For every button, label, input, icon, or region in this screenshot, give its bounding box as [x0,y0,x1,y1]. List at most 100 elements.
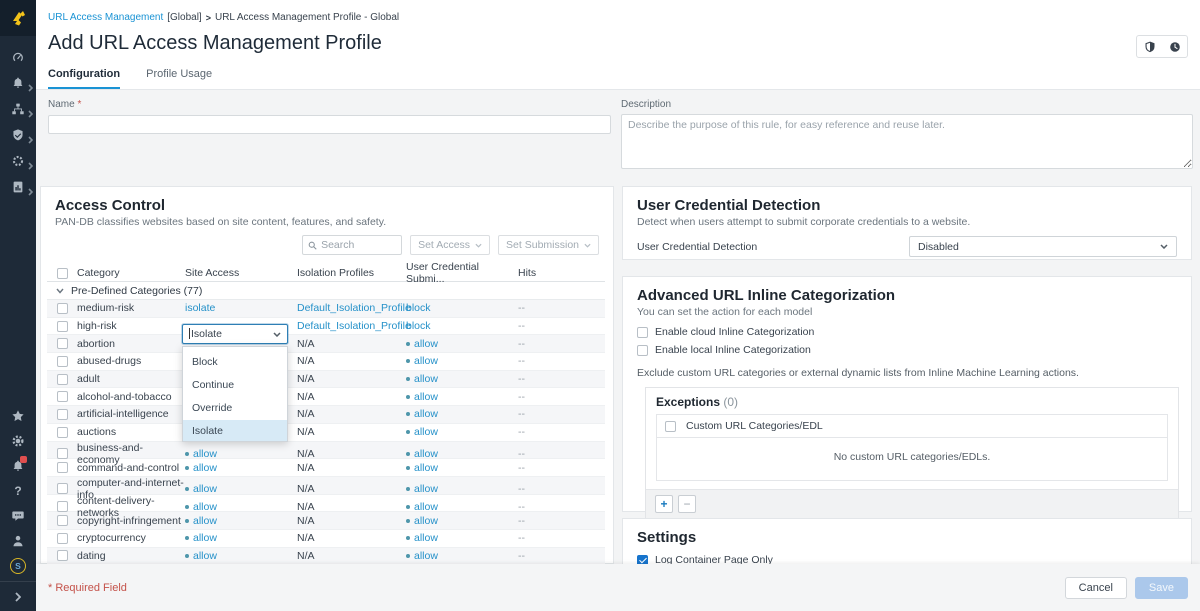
sidebar-item-network[interactable] [0,101,36,116]
user-credential-value[interactable]: allow [406,355,438,367]
sidebar-item-feedback[interactable] [0,508,36,523]
sidebar-item-services[interactable] [0,153,36,168]
row-checkbox[interactable] [57,409,68,420]
row-checkbox[interactable] [57,462,68,473]
user-credential-value[interactable]: allow [406,426,438,438]
exceptions-select-all-checkbox[interactable] [665,421,676,432]
row-checkbox[interactable] [57,338,68,349]
site-access-value[interactable]: allow [185,550,217,562]
sidebar: ? S [0,0,36,611]
compare-button[interactable] [1137,36,1162,57]
row-checkbox[interactable] [57,321,68,332]
tabs: Configuration Profile Usage [48,68,212,89]
expand-chevron-icon [15,592,21,602]
site-access-value[interactable]: isolate [185,302,215,314]
sidebar-expand-button[interactable] [0,581,36,611]
row-checkbox[interactable] [57,550,68,561]
sidebar-item-account[interactable] [0,533,36,548]
set-access-button[interactable]: Set Access [410,235,490,255]
isolation-profile-value[interactable]: Default_Isolation_Profile [297,320,411,332]
category-row: high-riskIsolateAllowBlockContinueOverri… [47,318,605,336]
isolation-profile-value[interactable]: Default_Isolation_Profile [297,302,411,314]
site-access-value[interactable]: allow [185,515,217,527]
site-access-value[interactable]: allow [185,448,217,460]
category-name: adult [77,373,185,385]
dropdown-option[interactable]: Isolate [183,420,287,442]
sidebar-item-settings[interactable] [0,433,36,448]
sidebar-item-reports[interactable] [0,179,36,194]
dropdown-option[interactable]: Continue [183,374,287,397]
description-input[interactable] [621,114,1193,169]
set-submission-button[interactable]: Set Submission [498,235,599,255]
user-credential-cell: block [406,302,518,314]
app-logo[interactable] [0,0,36,36]
site-access-value[interactable]: allow [185,483,217,495]
row-checkbox[interactable] [57,515,68,526]
category-row: command-and-controlallowN/Aallow-- [47,459,605,477]
sidebar-item-dashboard[interactable] [0,49,36,64]
category-row: datingallowN/Aallow-- [47,548,605,566]
user-credential-value[interactable]: allow [406,373,438,385]
remove-exception-button[interactable]: − [678,495,696,513]
sidebar-item-notifications[interactable] [0,458,36,473]
row-checkbox[interactable] [57,427,68,438]
user-credential-value[interactable]: allow [406,483,438,495]
breadcrumb-link[interactable]: URL Access Management [48,12,163,23]
row-checkbox[interactable] [57,501,68,512]
user-credential-value[interactable]: allow [406,501,438,513]
category-row: adultN/Aallow-- [47,371,605,389]
breadcrumb-chevron-icon: > [206,13,211,23]
search-input[interactable] [321,239,391,251]
row-checkbox[interactable] [57,303,68,314]
user-credential-value[interactable]: allow [406,391,438,403]
tab-profile-usage[interactable]: Profile Usage [146,68,212,89]
dropdown-option[interactable]: Override [183,397,287,420]
category-group-row[interactable]: Pre-Defined Categories (77) [47,282,605,300]
user-credential-value[interactable]: allow [406,515,438,527]
row-checkbox[interactable] [57,533,68,544]
site-access-value[interactable]: allow [185,501,217,513]
add-exception-button[interactable]: + [655,495,673,513]
select-all-checkbox[interactable] [57,268,68,279]
save-button[interactable]: Save [1135,577,1188,599]
sidebar-item-help[interactable]: ? [0,483,36,498]
footer-buttons: Cancel Save [1065,577,1188,599]
row-checkbox[interactable] [57,448,68,459]
category-row: artificial-intelligenceN/Aallow-- [47,406,605,424]
user-credential-value[interactable]: allow [406,408,438,420]
status-dot [406,412,410,416]
sidebar-item-favorites[interactable] [0,408,36,423]
row-checkbox[interactable] [57,391,68,402]
site-access-combobox[interactable]: Isolate [182,324,288,344]
site-access-value[interactable]: allow [185,532,217,544]
dropdown-option[interactable]: Block [183,351,287,374]
sidebar-item-avatar[interactable]: S [0,558,36,573]
row-checkbox[interactable] [57,356,68,367]
column-header-category: Category [77,267,185,279]
row-checkbox[interactable] [57,374,68,385]
user-credential-value[interactable]: allow [406,550,438,562]
row-checkbox[interactable] [57,483,68,494]
user-credential-value[interactable]: allow [406,532,438,544]
user-credential-value[interactable]: allow [406,462,438,474]
sidebar-item-security[interactable] [0,127,36,142]
site-access-value[interactable]: allow [185,462,217,474]
tab-configuration[interactable]: Configuration [48,68,120,89]
sidebar-item-alerts[interactable] [0,75,36,90]
chevron-down-icon [1160,244,1168,249]
isolation-profile-cell: N/A [297,408,406,420]
enable-local-checkbox[interactable] [637,345,648,356]
user-credential-detection-select[interactable]: Disabled [909,236,1177,257]
user-credential-value[interactable]: allow [406,338,438,350]
user-credential-value[interactable]: block [406,302,431,314]
user-credential-value[interactable]: block [406,320,431,332]
dashboard-gauge-icon [11,50,25,64]
cancel-button[interactable]: Cancel [1065,577,1127,599]
history-button[interactable] [1162,36,1187,57]
name-field-group: Name * [48,99,611,134]
site-access-options-list: AllowBlockContinueOverrideIsolate [182,346,288,442]
enable-cloud-checkbox[interactable] [637,327,648,338]
user-credential-value[interactable]: allow [406,448,438,460]
name-input[interactable] [48,115,611,134]
status-dot [406,554,410,558]
